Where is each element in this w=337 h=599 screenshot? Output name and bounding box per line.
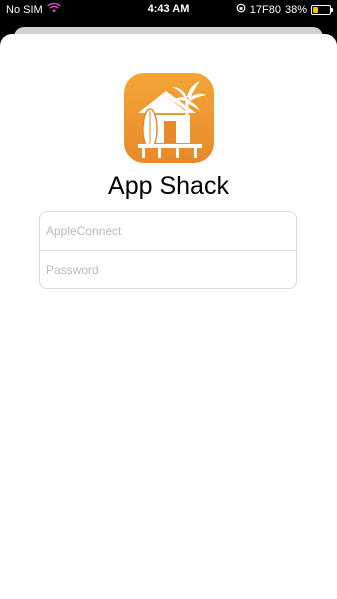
battery-fill: [313, 6, 318, 13]
password-field[interactable]: [40, 251, 296, 289]
login-form: [39, 211, 297, 289]
appleconnect-username-field[interactable]: [40, 212, 296, 250]
beach-hut-icon: [124, 73, 214, 163]
battery-percent: 38%: [284, 3, 307, 16]
status-bar: No SIM 4:43 AM 17F80 38%: [0, 0, 337, 20]
rotation-lock-icon: [236, 3, 246, 16]
battery-icon: [311, 4, 333, 15]
status-build-label: 17F80: [249, 3, 281, 16]
status-right: 17F80 38%: [236, 3, 333, 16]
app-title: App Shack: [108, 172, 229, 200]
